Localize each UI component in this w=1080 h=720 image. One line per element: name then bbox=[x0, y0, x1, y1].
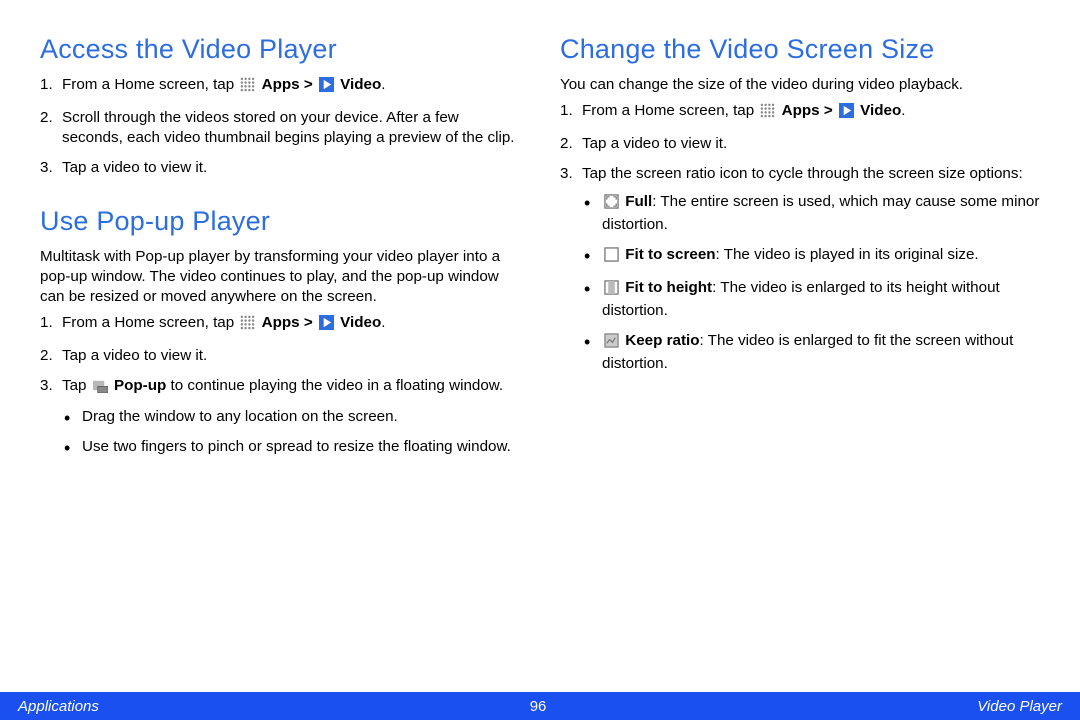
step: Tap Pop-up to continue playing the video… bbox=[62, 376, 520, 457]
video-play-icon bbox=[839, 103, 854, 124]
ratio-option: Fit to screen: The video is played in it… bbox=[602, 245, 1040, 268]
keep-ratio-icon bbox=[604, 333, 619, 354]
step: Tap a video to view it. bbox=[62, 346, 520, 366]
fit-to-height-icon bbox=[604, 280, 619, 301]
section-screen-size: Change the Video Screen Size You can cha… bbox=[560, 34, 1040, 374]
fit-to-screen-icon bbox=[604, 247, 619, 268]
right-column: Change the Video Screen Size You can cha… bbox=[560, 34, 1040, 485]
footer-left: Applications bbox=[18, 698, 99, 715]
step: Tap a video to view it. bbox=[62, 158, 520, 178]
footer-right: Video Player bbox=[977, 698, 1062, 715]
left-column: Access the Video Player From a Home scre… bbox=[40, 34, 520, 485]
section-access-video-player: Access the Video Player From a Home scre… bbox=[40, 34, 520, 178]
ratio-option: Fit to height: The video is enlarged to … bbox=[602, 278, 1040, 321]
step: Tap the screen ratio icon to cycle throu… bbox=[582, 164, 1040, 375]
section-popup-player: Use Pop-up Player Multitask with Pop-up … bbox=[40, 206, 520, 457]
apps-grid-icon bbox=[240, 77, 255, 98]
substep: Use two fingers to pinch or spread to re… bbox=[82, 437, 520, 457]
step: From a Home screen, tap Apps > Video. bbox=[62, 313, 520, 336]
step: Scroll through the videos stored on your… bbox=[62, 108, 520, 148]
apps-grid-icon bbox=[760, 103, 775, 124]
step: From a Home screen, tap Apps > Video. bbox=[582, 101, 1040, 124]
video-play-icon bbox=[319, 77, 334, 98]
step: Tap a video to view it. bbox=[582, 134, 1040, 154]
heading-screensize: Change the Video Screen Size bbox=[560, 34, 1040, 65]
heading-access: Access the Video Player bbox=[40, 34, 520, 65]
manual-page: Access the Video Player From a Home scre… bbox=[0, 0, 1080, 720]
substep: Drag the window to any location on the s… bbox=[82, 407, 520, 427]
page-footer: Applications 96 Video Player bbox=[0, 692, 1080, 720]
heading-popup: Use Pop-up Player bbox=[40, 206, 520, 237]
page-number: 96 bbox=[530, 698, 547, 715]
screensize-intro: You can change the size of the video dur… bbox=[560, 75, 1040, 95]
popup-intro: Multitask with Pop-up player by transfor… bbox=[40, 247, 520, 306]
apps-grid-icon bbox=[240, 315, 255, 336]
ratio-option: Full: The entire screen is used, which m… bbox=[602, 192, 1040, 235]
full-screen-icon bbox=[604, 194, 619, 215]
step: From a Home screen, tap Apps > Video. bbox=[62, 75, 520, 98]
popup-icon bbox=[93, 378, 108, 399]
ratio-option: Keep ratio: The video is enlarged to fit… bbox=[602, 331, 1040, 374]
video-play-icon bbox=[319, 315, 334, 336]
